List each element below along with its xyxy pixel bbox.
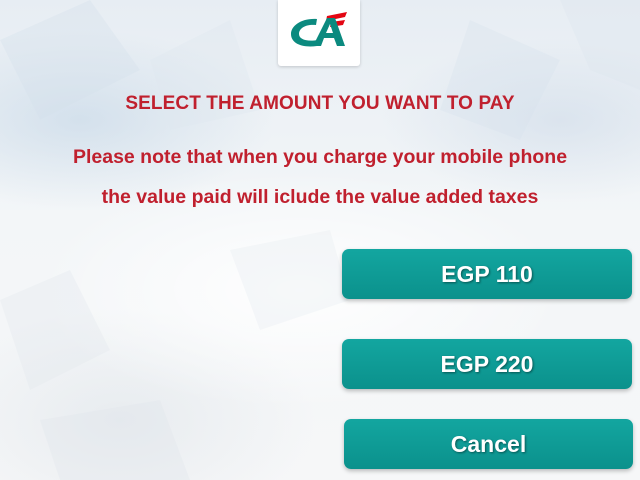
amount-button-110[interactable]: EGP 110 [342,249,632,299]
bank-logo [278,0,360,66]
atm-screen: SELECT THE AMOUNT YOU WANT TO PAY Please… [0,0,640,480]
background-texture [0,0,640,480]
tax-note-line-2: the value paid will iclude the value add… [101,186,539,208]
cancel-button[interactable]: Cancel [344,419,633,469]
credit-agricole-logo-icon [291,12,347,47]
amount-button-220[interactable]: EGP 220 [342,339,632,389]
tax-note-line-1: Please note that when you charge your mo… [72,146,568,168]
page-title: SELECT THE AMOUNT YOU WANT TO PAY [125,93,515,114]
